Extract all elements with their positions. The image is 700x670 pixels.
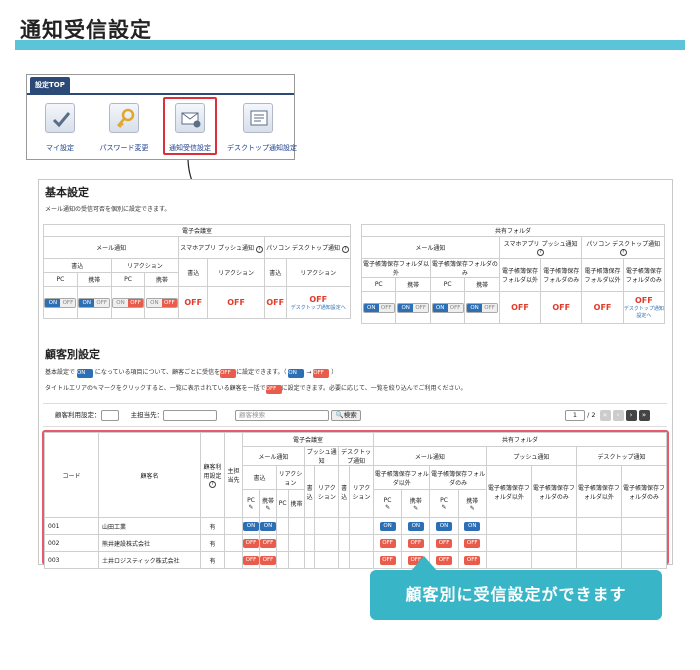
toggle-reaction-mobile[interactable]: ON OFF bbox=[145, 297, 178, 308]
table-row: 003 土井ロジスティック株式会社有 OFF OFF OFF OFF OFF OFF bbox=[44, 551, 668, 569]
selected-highlight bbox=[163, 97, 217, 155]
mail-header: メール通知 bbox=[42, 236, 180, 259]
toggle-reaction-pc[interactable]: ON OFF bbox=[112, 297, 145, 308]
nav-my-settings[interactable]: マイ設定 bbox=[27, 143, 93, 153]
title-underline bbox=[15, 40, 685, 50]
row-toggle[interactable]: ON bbox=[436, 521, 453, 531]
group-header: 共有フォルダ bbox=[361, 224, 665, 237]
prev-page-button[interactable]: ‹ bbox=[612, 410, 624, 421]
pager: 1 / 2 «‹ ›» bbox=[565, 404, 650, 426]
nav-password-change[interactable]: パスワード変更 bbox=[91, 143, 157, 153]
row-toggle[interactable]: ON bbox=[260, 521, 276, 531]
usage-select[interactable] bbox=[100, 409, 119, 421]
row-toggle[interactable]: ON bbox=[243, 521, 259, 531]
row-toggle[interactable]: ON bbox=[379, 521, 396, 531]
row-toggle[interactable]: ON bbox=[464, 521, 481, 531]
basic-settings-title: 基本設定 bbox=[45, 186, 89, 199]
pencil-icon: ✎ bbox=[441, 503, 447, 511]
customer-desc-2: タイトルエリアの✎マークをクリックすると、一覧に表示されている顧客を一括でOFF… bbox=[45, 385, 467, 394]
bulk-edit-pencil[interactable]: 携帯 ✎ bbox=[457, 489, 487, 518]
table-row: 001 山田工業有 ON ON ON ON ON ON bbox=[44, 517, 668, 535]
last-page-button[interactable]: » bbox=[638, 410, 650, 421]
nav-desktop-notification[interactable]: デスクトップ通知設定 bbox=[223, 143, 301, 153]
settings-nav-panel: 設定TOP マイ設定 パスワード変更 通知受信設定 デスクトップ通知設定 bbox=[26, 74, 297, 160]
message-icon[interactable] bbox=[243, 103, 273, 133]
customer-settings-title: 顧客別設定 bbox=[45, 348, 100, 361]
bulk-edit-pencil[interactable]: PC ✎ bbox=[372, 489, 403, 518]
toggle-ebook-mobile[interactable]: ON OFF bbox=[466, 302, 499, 313]
row-toggle[interactable]: OFF bbox=[436, 555, 453, 565]
first-page-button[interactable]: « bbox=[599, 410, 611, 421]
write-header: 書込 bbox=[43, 258, 112, 273]
push-reaction-status: OFF bbox=[207, 286, 265, 319]
pencil-icon: ✎ bbox=[413, 504, 419, 512]
desktop-header: パソコン デスクトップ通知 ? bbox=[263, 236, 352, 259]
pencil-icon: ✎ bbox=[385, 503, 391, 511]
push-write-status: OFF bbox=[178, 286, 209, 319]
row-toggle[interactable]: OFF bbox=[379, 555, 396, 565]
row-toggle[interactable]: OFF bbox=[243, 538, 259, 548]
customer-table: コード 顧客名 顧客利用設定? 主担当先 電子会議室 共有フォルダ メール通知 プッシュ通知… bbox=[44, 432, 668, 569]
row-toggle[interactable]: ON bbox=[407, 521, 424, 531]
toggle-folder-pc[interactable]: ON OFF bbox=[362, 302, 395, 313]
tab-settings-top[interactable]: 設定TOP bbox=[30, 77, 70, 93]
toggle-write-pc[interactable]: ON OFF bbox=[44, 297, 77, 308]
row-toggle[interactable]: OFF bbox=[436, 538, 453, 548]
row-toggle[interactable]: OFF bbox=[464, 538, 481, 548]
next-page-button[interactable]: › bbox=[625, 410, 637, 421]
desktop-settings-link[interactable]: デスクトップ通知設定へ bbox=[287, 304, 351, 311]
row-toggle[interactable]: OFF bbox=[260, 538, 276, 548]
customer-desc-1: 基本設定で ON になっている項目について、顧客ごとに受信をOFF に設定できます… bbox=[45, 369, 338, 378]
pencil-icon: ✎ bbox=[469, 504, 475, 512]
table-row: 002 熊井建設株式会社有 OFF OFF OFF OFF OFF OFF bbox=[44, 534, 668, 552]
search-input[interactable]: 顧客検索 bbox=[235, 409, 330, 421]
row-toggle[interactable]: OFF bbox=[464, 555, 481, 565]
owner-select[interactable] bbox=[163, 409, 218, 421]
check-icon[interactable] bbox=[45, 103, 75, 133]
bulk-edit-pencil[interactable]: PC ✎ bbox=[429, 489, 459, 518]
page-input[interactable]: 1 bbox=[565, 409, 585, 421]
desktop-reaction-cell: OFF デスクトップ通知設定へ bbox=[285, 286, 351, 319]
desktop-settings-link[interactable]: デスクトップ通知設定へ bbox=[624, 305, 664, 319]
basic-settings-desc: メール通知の受信可否を個別に設定できます。 bbox=[45, 206, 171, 213]
push-header: スマホアプリ プッシュ通知 ? bbox=[178, 236, 265, 259]
row-toggle[interactable]: OFF bbox=[243, 555, 259, 565]
callout-banner: 顧客別に受信設定ができます bbox=[370, 570, 662, 620]
pencil-icon: ✎ bbox=[265, 504, 271, 512]
settings-frame: 基本設定 メール通知の受信可否を個別に設定できます。 電子会議室 メール通知 スマ… bbox=[38, 179, 673, 569]
toggle-ebook-pc[interactable]: ON OFF bbox=[431, 302, 464, 313]
tab-underline bbox=[27, 93, 294, 95]
toggle-folder-mobile[interactable]: ON OFF bbox=[397, 302, 430, 313]
row-toggle[interactable]: OFF bbox=[260, 555, 276, 565]
toggle-write-mobile[interactable]: ON OFF bbox=[78, 297, 111, 308]
basic-folder-table: 共有フォルダ メール通知 スマホアプリ プッシュ通知 ? パソコン デスクトップ通知… bbox=[360, 224, 666, 324]
reaction-header: リアクション bbox=[110, 258, 180, 273]
row-toggle[interactable]: OFF bbox=[407, 538, 424, 548]
bulk-edit-pencil[interactable]: 携帯 ✎ bbox=[401, 489, 431, 518]
group-header: 電子会議室 bbox=[43, 224, 351, 237]
filter-bar: 顧客利用設定： 主担当先： 顧客検索 🔍検索 1 / 2 «‹ ›» bbox=[43, 403, 667, 427]
desktop-write-status: OFF bbox=[263, 286, 287, 319]
basic-conference-table: 電子会議室 メール通知 スマホアプリ プッシュ通知 ? パソコン デスクトップ通知 … bbox=[42, 224, 352, 319]
search-button[interactable]: 🔍検索 bbox=[331, 409, 362, 421]
bulk-edit-pencil[interactable]: 携帯 ✎ bbox=[259, 489, 277, 518]
row-toggle[interactable]: OFF bbox=[379, 538, 396, 548]
key-icon[interactable] bbox=[109, 103, 139, 133]
pencil-icon: ✎ bbox=[248, 503, 254, 511]
bulk-edit-pencil[interactable]: PC ✎ bbox=[242, 489, 260, 518]
